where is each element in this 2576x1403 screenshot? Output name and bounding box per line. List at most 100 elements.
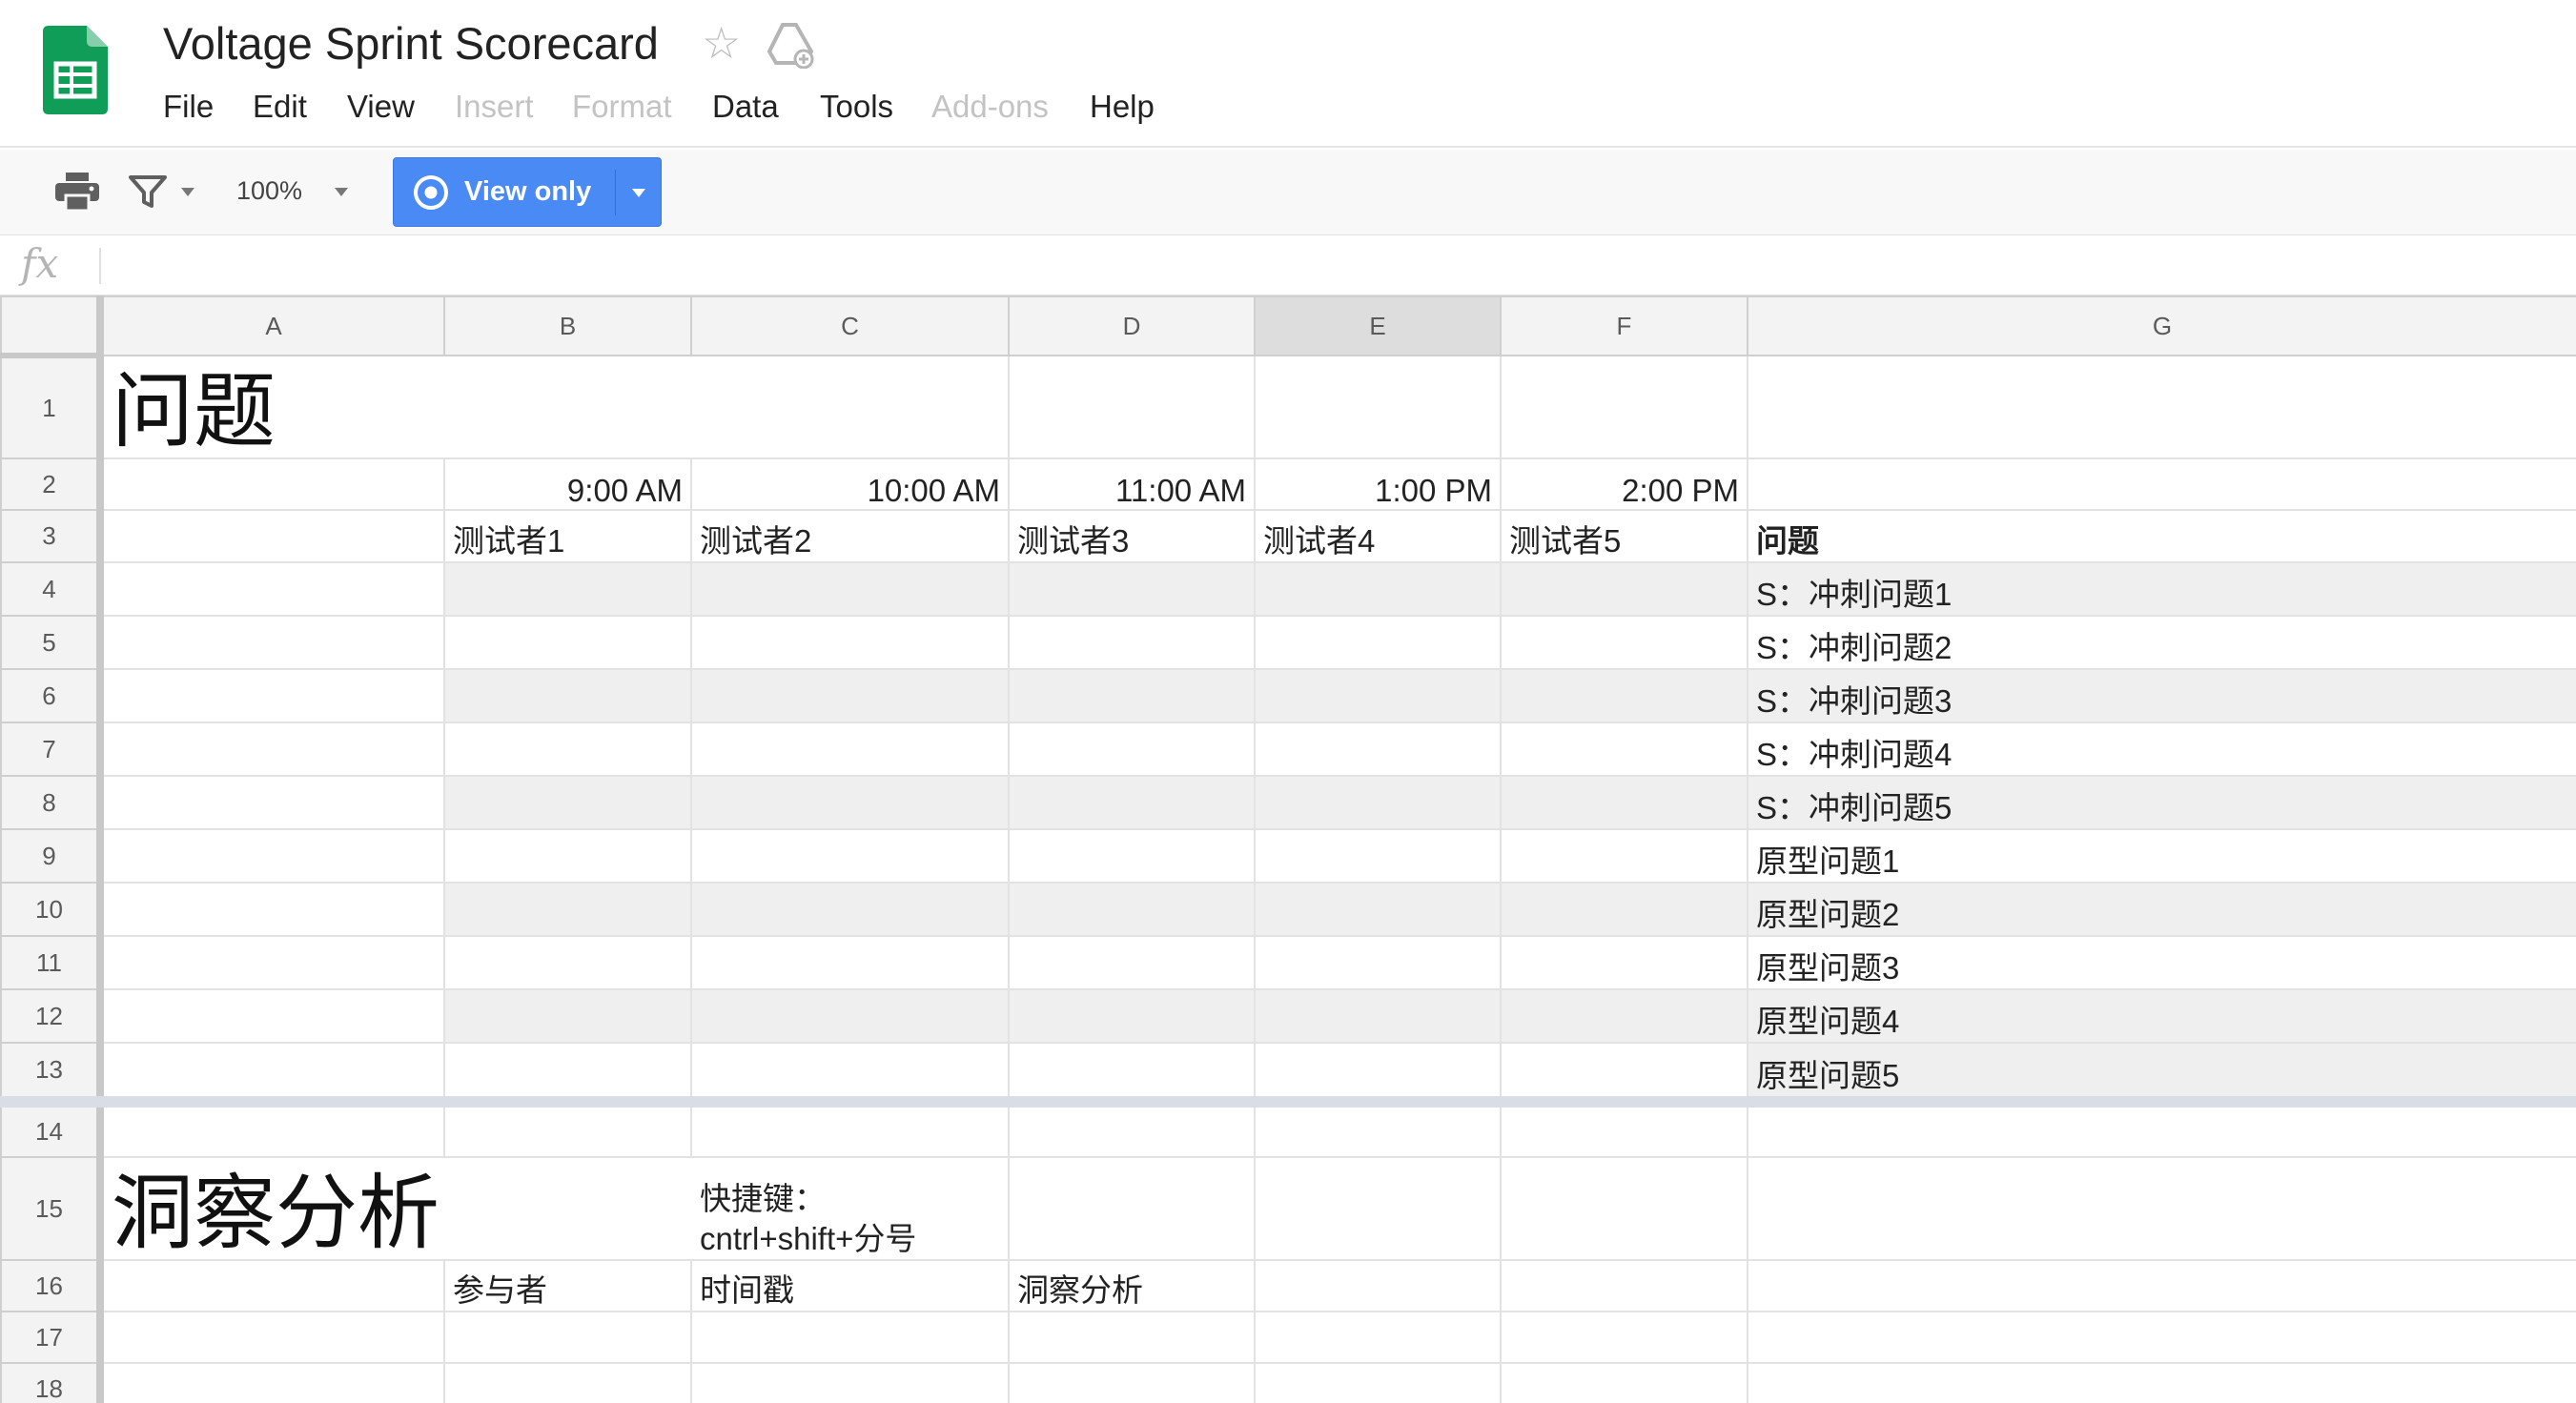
cell-d11[interactable] bbox=[1008, 935, 1256, 990]
cell-c7[interactable] bbox=[690, 722, 1010, 777]
column-header-f[interactable]: F bbox=[1500, 295, 1748, 356]
cell-c14[interactable] bbox=[690, 1101, 1010, 1158]
cell-e12[interactable] bbox=[1254, 988, 1502, 1044]
cell-f1[interactable] bbox=[1500, 355, 1748, 459]
cell-b8[interactable] bbox=[443, 775, 692, 830]
cell-f17[interactable] bbox=[1500, 1311, 1748, 1364]
zoom-selector[interactable]: 100% bbox=[236, 176, 302, 206]
menu-tools[interactable]: Tools bbox=[820, 86, 893, 128]
cell-b13[interactable] bbox=[443, 1042, 692, 1108]
cell-e7[interactable] bbox=[1254, 722, 1502, 777]
cell-f9[interactable] bbox=[1500, 828, 1748, 884]
zoom-dropdown-caret-icon[interactable] bbox=[335, 188, 348, 196]
row-header[interactable]: 17 bbox=[0, 1311, 104, 1364]
cell-e13[interactable] bbox=[1254, 1042, 1502, 1108]
cell-b14[interactable] bbox=[443, 1101, 692, 1158]
column-header-c[interactable]: C bbox=[690, 295, 1010, 356]
cell-e8[interactable] bbox=[1254, 775, 1502, 830]
cell-a14[interactable] bbox=[99, 1101, 445, 1158]
cell-b12[interactable] bbox=[443, 988, 692, 1044]
sheets-logo-icon[interactable] bbox=[43, 26, 108, 114]
cell-f5[interactable] bbox=[1500, 615, 1748, 670]
cell-a11[interactable] bbox=[99, 935, 445, 990]
cell-c6[interactable] bbox=[690, 668, 1010, 723]
cell-e14[interactable] bbox=[1254, 1101, 1502, 1158]
cell-b11[interactable] bbox=[443, 935, 692, 990]
cell-f10[interactable] bbox=[1500, 882, 1748, 937]
row-header[interactable]: 12 bbox=[0, 988, 104, 1044]
cell-c16[interactable]: 时间戳 bbox=[690, 1259, 1010, 1312]
cell-e15[interactable] bbox=[1254, 1156, 1502, 1261]
cell-g5[interactable]: S：冲刺问题2 bbox=[1747, 615, 2576, 670]
row-header[interactable]: 11 bbox=[0, 935, 104, 990]
cell-a17[interactable] bbox=[99, 1311, 445, 1364]
row-header[interactable]: 18 bbox=[0, 1362, 104, 1403]
cell-g14[interactable] bbox=[1747, 1101, 2576, 1158]
row-header[interactable]: 15 bbox=[0, 1156, 104, 1261]
cell-g1[interactable] bbox=[1747, 355, 2576, 459]
cell-d6[interactable] bbox=[1008, 668, 1256, 723]
row-header[interactable]: 14 bbox=[0, 1101, 104, 1158]
menu-addons[interactable]: Add-ons bbox=[931, 86, 1049, 128]
cell-d12[interactable] bbox=[1008, 988, 1256, 1044]
row-header[interactable]: 13 bbox=[0, 1042, 104, 1108]
cell-a13[interactable] bbox=[99, 1042, 445, 1108]
cell-a7[interactable] bbox=[99, 722, 445, 777]
cell-f7[interactable] bbox=[1500, 722, 1748, 777]
row-header[interactable]: 6 bbox=[0, 668, 104, 723]
cell-e10[interactable] bbox=[1254, 882, 1502, 937]
cell-c9[interactable] bbox=[690, 828, 1010, 884]
cell-e18[interactable] bbox=[1254, 1362, 1502, 1403]
cell-e2[interactable]: 1:00 PM bbox=[1254, 458, 1502, 511]
cell-c1[interactable] bbox=[690, 355, 1010, 459]
cell-d8[interactable] bbox=[1008, 775, 1256, 830]
cell-c18[interactable] bbox=[690, 1362, 1010, 1403]
cell-f14[interactable] bbox=[1500, 1101, 1748, 1158]
cell-f13[interactable] bbox=[1500, 1042, 1748, 1108]
cell-d3[interactable]: 测试者3 bbox=[1008, 509, 1256, 563]
cell-c12[interactable] bbox=[690, 988, 1010, 1044]
cell-a9[interactable] bbox=[99, 828, 445, 884]
cell-a6[interactable] bbox=[99, 668, 445, 723]
menu-format[interactable]: Format bbox=[572, 86, 672, 128]
cell-d9[interactable] bbox=[1008, 828, 1256, 884]
cell-c3[interactable]: 测试者2 bbox=[690, 509, 1010, 563]
cell-g4[interactable]: S：冲刺问题1 bbox=[1747, 561, 2576, 617]
row-header[interactable]: 10 bbox=[0, 882, 104, 937]
view-only-button[interactable]: View only bbox=[393, 157, 662, 227]
row-header[interactable]: 2 bbox=[0, 458, 104, 511]
filter-icon[interactable] bbox=[129, 174, 167, 209]
cell-e3[interactable]: 测试者4 bbox=[1254, 509, 1502, 563]
row-header[interactable]: 8 bbox=[0, 775, 104, 830]
cell-g8[interactable]: S：冲刺问题5 bbox=[1747, 775, 2576, 830]
cell-b18[interactable] bbox=[443, 1362, 692, 1403]
cell-b17[interactable] bbox=[443, 1311, 692, 1364]
row-header[interactable]: 1 bbox=[0, 355, 104, 459]
document-title[interactable]: Voltage Sprint Scorecard bbox=[163, 17, 659, 70]
cell-e11[interactable] bbox=[1254, 935, 1502, 990]
cell-d1[interactable] bbox=[1008, 355, 1256, 459]
cell-a3[interactable] bbox=[99, 509, 445, 563]
cell-d5[interactable] bbox=[1008, 615, 1256, 670]
cell-f4[interactable] bbox=[1500, 561, 1748, 617]
cell-f18[interactable] bbox=[1500, 1362, 1748, 1403]
cell-e5[interactable] bbox=[1254, 615, 1502, 670]
cell-b16[interactable]: 参与者 bbox=[443, 1259, 692, 1312]
select-all-corner[interactable] bbox=[0, 295, 104, 358]
star-icon[interactable]: ☆ bbox=[702, 21, 741, 65]
view-only-dropdown-caret-icon[interactable] bbox=[632, 189, 645, 197]
cell-f11[interactable] bbox=[1500, 935, 1748, 990]
cell-a18[interactable] bbox=[99, 1362, 445, 1403]
cell-a8[interactable] bbox=[99, 775, 445, 830]
column-header-g[interactable]: G bbox=[1747, 295, 2576, 356]
cell-a15[interactable]: 洞察分析 bbox=[99, 1156, 691, 1261]
cell-g18[interactable] bbox=[1747, 1362, 2576, 1403]
cell-f16[interactable] bbox=[1500, 1259, 1748, 1312]
row-header[interactable]: 16 bbox=[0, 1259, 104, 1312]
cell-d2[interactable]: 11:00 AM bbox=[1008, 458, 1256, 511]
cell-g17[interactable] bbox=[1747, 1311, 2576, 1364]
cell-a10[interactable] bbox=[99, 882, 445, 937]
menu-view[interactable]: View bbox=[347, 86, 415, 128]
row-header[interactable]: 9 bbox=[0, 828, 104, 884]
cell-c13[interactable] bbox=[690, 1042, 1010, 1108]
